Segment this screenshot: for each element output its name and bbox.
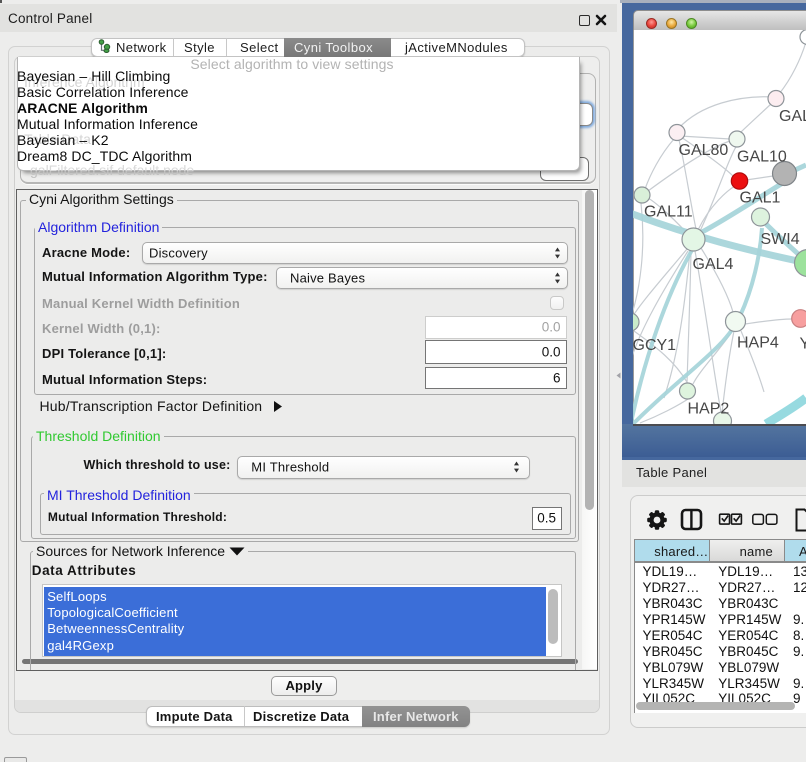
svg-text:GAL11: GAL11 <box>644 204 693 221</box>
svg-text:HAP4: HAP4 <box>737 335 779 352</box>
svg-text:GAL10: GAL10 <box>737 149 787 166</box>
svg-text:SWI4: SWI4 <box>761 231 800 248</box>
svg-text:GAL80: GAL80 <box>679 142 729 159</box>
svg-text:GAL1: GAL1 <box>740 190 781 207</box>
svg-text:HAP2: HAP2 <box>688 401 730 418</box>
svg-text:Y: Y <box>800 336 806 353</box>
svg-text:GCY1: GCY1 <box>633 337 676 354</box>
svg-text:GAL2: GAL2 <box>779 108 806 125</box>
svg-text:GAL4: GAL4 <box>693 256 734 273</box>
